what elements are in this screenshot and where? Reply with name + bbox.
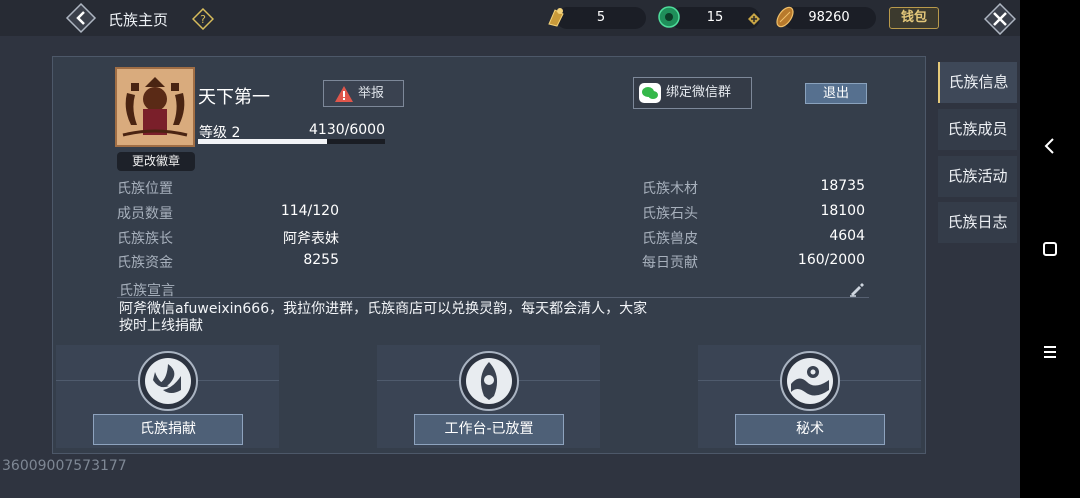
quit-clan-button[interactable]: 退出 — [805, 83, 867, 104]
page-title: 氏族主页 — [108, 11, 169, 29]
feature-secret-art: 秘术 — [698, 345, 921, 448]
warning-icon — [335, 86, 353, 102]
clan-emblem-icon — [117, 69, 193, 145]
resource-jade-value: 15 — [706, 10, 724, 25]
stat-value-wood: 18735 — [820, 178, 865, 194]
clan-exp-value: 4130/6000 — [309, 122, 385, 138]
stat-value-stone: 18100 — [820, 203, 865, 219]
stat-label-stone: 氏族石头 — [642, 206, 698, 222]
edit-icon[interactable] — [848, 280, 866, 298]
feature-donate: 氏族捐献 — [56, 345, 279, 448]
close-icon — [983, 2, 1017, 36]
bind-wechat-label: 绑定微信群 — [666, 85, 732, 100]
close-button[interactable] — [983, 2, 1017, 36]
clan-emblem — [115, 67, 195, 147]
ingot-icon — [772, 4, 798, 30]
feature-workbench: 工作台-已放置 — [377, 345, 600, 448]
resource-bell-value: 5 — [596, 10, 606, 25]
wechat-icon — [639, 83, 661, 103]
clan-name: 天下第一 — [198, 87, 270, 108]
wallet-button[interactable]: 钱包 — [889, 7, 939, 29]
nav-menu-icon[interactable] — [1038, 340, 1062, 364]
stat-label-location: 氏族位置 — [117, 181, 173, 197]
declaration-line-1: 阿斧微信afuweixin666，我拉你进群，氏族商店可以兑换灵韵，每天都会清人… — [119, 301, 648, 317]
stat-value-members: 114/120 — [280, 203, 339, 219]
stat-label-funds: 氏族资金 — [117, 255, 173, 271]
back-arrow-icon — [65, 2, 97, 34]
stat-value-leader: 阿斧表妹 — [283, 231, 339, 247]
secret-art-emblem-icon — [780, 351, 840, 411]
help-button[interactable]: ? — [191, 7, 215, 31]
resource-ingot-value: 98260 — [808, 10, 850, 25]
svg-text:?: ? — [200, 13, 206, 26]
stat-label-leader: 氏族族长 — [117, 231, 173, 247]
declaration-divider — [117, 297, 869, 298]
report-button[interactable]: 举报 — [323, 80, 404, 107]
declaration-line-2: 按时上线捐献 — [119, 318, 203, 334]
donate-button[interactable]: 氏族捐献 — [93, 414, 243, 445]
tab-clan-info[interactable]: 氏族信息 — [938, 62, 1017, 103]
change-emblem-button[interactable]: 更改徽章 — [117, 152, 195, 171]
add-jade-icon[interactable] — [748, 13, 760, 25]
tab-clan-members[interactable]: 氏族成员 — [938, 109, 1017, 150]
secret-art-button[interactable]: 秘术 — [735, 414, 885, 445]
stat-value-daily-contribution: 160/2000 — [797, 252, 865, 268]
resource-jade-pill: 15 — [670, 7, 760, 29]
jade-icon — [656, 4, 682, 30]
stat-label-hide: 氏族兽皮 — [642, 231, 698, 247]
bell-icon — [543, 4, 569, 30]
stat-value-funds: 8255 — [303, 252, 339, 268]
report-label: 举报 — [358, 86, 385, 101]
tab-clan-activities[interactable]: 氏族活动 — [938, 156, 1017, 197]
player-id: 36009007573177 — [2, 458, 127, 474]
back-button[interactable] — [64, 2, 98, 34]
resource-bell-pill: 5 — [556, 7, 646, 29]
declaration-text: 阿斧微信afuweixin666，我拉你进群，氏族商店可以兑换灵韵，每天都会清人… — [119, 301, 699, 335]
exp-progress-fill — [198, 139, 327, 144]
stat-label-wood: 氏族木材 — [642, 181, 698, 197]
stat-label-members: 成员数量 — [117, 206, 173, 222]
workbench-button[interactable]: 工作台-已放置 — [414, 414, 564, 445]
stat-label-daily-contribution: 每日贡献 — [642, 255, 698, 271]
exp-progress-bar — [198, 139, 385, 144]
bind-wechat-button[interactable]: 绑定微信群 — [633, 77, 752, 109]
help-icon: ? — [191, 7, 215, 31]
donate-emblem-icon — [138, 351, 198, 411]
tab-clan-log[interactable]: 氏族日志 — [938, 202, 1017, 243]
stat-value-hide: 4604 — [829, 228, 865, 244]
nav-back-icon[interactable] — [1038, 134, 1062, 158]
workbench-emblem-icon — [459, 351, 519, 411]
nav-home-icon[interactable] — [1038, 237, 1062, 261]
